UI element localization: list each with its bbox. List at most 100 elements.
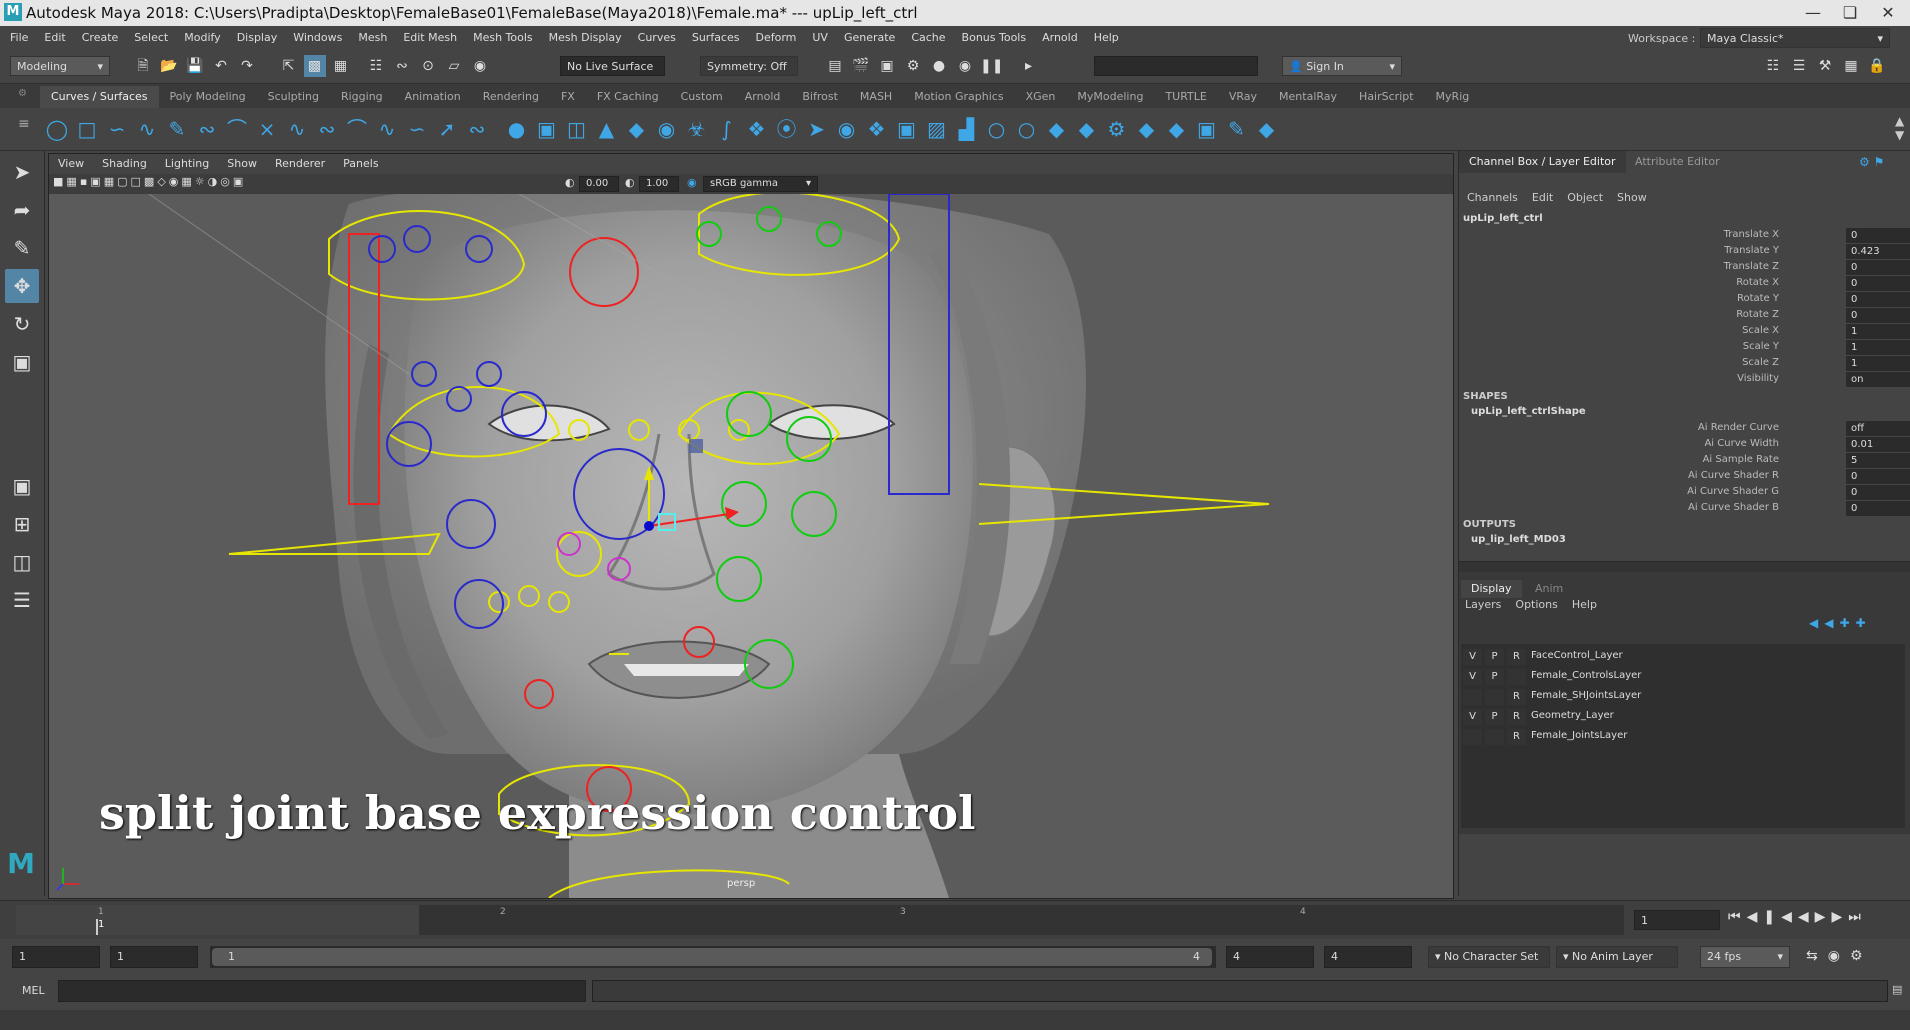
select-object-icon[interactable]: ▩ bbox=[303, 55, 326, 77]
attr-row-ai-curve-shader-b[interactable]: Ai Curve Shader B0 bbox=[1459, 501, 1910, 517]
open-scene-icon[interactable]: 📂 bbox=[158, 55, 180, 77]
menu-mesh-tools[interactable]: Mesh Tools bbox=[465, 26, 541, 50]
menu-arnold[interactable]: Arnold bbox=[1034, 26, 1086, 50]
script-editor-icon[interactable]: ▤ bbox=[1892, 983, 1902, 996]
layer-playback-toggle[interactable]: P bbox=[1485, 649, 1504, 665]
shelf-tab-poly-modeling[interactable]: Poly Modeling bbox=[159, 86, 257, 108]
shelf-tab-rendering[interactable]: Rendering bbox=[472, 86, 550, 108]
gamma-field[interactable]: 1.00 bbox=[639, 176, 679, 192]
shelf-tab-sculpting[interactable]: Sculpting bbox=[257, 86, 330, 108]
layer-row[interactable]: R Female_SHJointsLayer bbox=[1463, 688, 1903, 707]
menu-edit[interactable]: Edit bbox=[36, 26, 73, 50]
cb-menu-edit[interactable]: Edit bbox=[1532, 191, 1553, 204]
layer-playback-toggle[interactable] bbox=[1485, 729, 1504, 745]
untrim-icon[interactable]: ○ bbox=[1012, 114, 1042, 144]
snap-curve-icon[interactable]: ∾ bbox=[391, 55, 413, 77]
input-line-field[interactable] bbox=[1094, 56, 1258, 76]
menu-curves[interactable]: Curves bbox=[630, 26, 684, 50]
shelf-tab-curves-surfaces[interactable]: Curves / Surfaces bbox=[40, 86, 159, 108]
shelf-tab-custom[interactable]: Custom bbox=[670, 86, 734, 108]
output-name[interactable]: up_lip_left_MD03 bbox=[1471, 534, 1566, 545]
rebuild-curve-icon[interactable]: ∿ bbox=[372, 114, 402, 144]
panel-splitter[interactable] bbox=[1459, 562, 1910, 572]
nurbs-cube-icon[interactable]: ▣ bbox=[532, 114, 562, 144]
shelf-tab-motion-graphics[interactable]: Motion Graphics bbox=[903, 86, 1014, 108]
channel-box-settings-icon[interactable]: ⚙ ⚑ bbox=[1859, 155, 1884, 169]
shelf-tab-mash[interactable]: MASH bbox=[849, 86, 903, 108]
playback-end-field[interactable]: 4 bbox=[1226, 946, 1314, 968]
tab-anim-layers[interactable]: Anim bbox=[1525, 580, 1573, 598]
tool-settings-icon[interactable]: ⚒ bbox=[1814, 55, 1836, 77]
menu-windows[interactable]: Windows bbox=[285, 26, 350, 50]
offset-curve-icon[interactable]: ⌒ bbox=[342, 114, 372, 144]
symmetry-select[interactable]: Symmetry: Off bbox=[700, 56, 798, 76]
sign-in-button[interactable]: 👤 Sign In ▾ bbox=[1282, 56, 1402, 76]
menu-modify[interactable]: Modify bbox=[176, 26, 228, 50]
attribute-editor-icon[interactable]: ☰ bbox=[1788, 55, 1810, 77]
menu-mesh[interactable]: Mesh bbox=[350, 26, 395, 50]
layer-display-type[interactable]: R bbox=[1507, 649, 1526, 665]
menu-file[interactable]: File bbox=[2, 26, 36, 50]
new-layer-icon[interactable]: ✚ bbox=[1839, 616, 1855, 630]
animation-prefs-icon[interactable]: ⚙ bbox=[1850, 948, 1873, 964]
maximize-icon[interactable]: ❏ bbox=[1832, 2, 1868, 24]
sculpt-surface-icon[interactable]: ✎ bbox=[1222, 114, 1252, 144]
project-curve-icon[interactable]: ∾ bbox=[462, 114, 492, 144]
menu-cache[interactable]: Cache bbox=[903, 26, 953, 50]
menu-generate[interactable]: Generate bbox=[836, 26, 903, 50]
nurbs-sphere-icon[interactable]: ● bbox=[502, 114, 532, 144]
go-to-start-icon[interactable]: ⏮ bbox=[1728, 909, 1747, 925]
modeling-toolkit-icon[interactable]: ☷ bbox=[1762, 55, 1784, 77]
reverse-curve-icon[interactable]: ➚ bbox=[432, 114, 462, 144]
step-back-frame-icon[interactable]: ◀ bbox=[1781, 909, 1798, 925]
shelf-tab-turtle[interactable]: TURTLE bbox=[1154, 86, 1217, 108]
layer-playback-toggle[interactable] bbox=[1485, 689, 1504, 705]
cb-menu-channels[interactable]: Channels bbox=[1467, 191, 1518, 204]
command-language-label[interactable]: MEL bbox=[22, 984, 45, 997]
attach-surface-icon[interactable]: ◆ bbox=[1042, 114, 1072, 144]
arnold-render-icon[interactable]: ◉ bbox=[954, 55, 976, 77]
attr-row-ai-sample-rate[interactable]: Ai Sample Rate 5 bbox=[1459, 453, 1910, 469]
loop-icon[interactable]: ⇆ bbox=[1806, 948, 1828, 964]
lock-icon[interactable]: 🔒 bbox=[1866, 55, 1888, 77]
nurbs-square-icon[interactable]: □ bbox=[72, 114, 102, 144]
film-gate-icon[interactable]: ▢ bbox=[117, 175, 130, 188]
attr-row-scale-z[interactable]: Scale Z1 bbox=[1459, 356, 1910, 372]
go-to-end-icon[interactable]: ⏭ bbox=[1848, 909, 1867, 925]
revolve-icon[interactable]: ☣ bbox=[682, 114, 712, 144]
play-back-icon[interactable]: ◀ bbox=[1798, 909, 1815, 925]
project-surface-icon[interactable]: ▟ bbox=[952, 114, 982, 144]
shelf-options-icon[interactable]: ⚙ bbox=[18, 88, 27, 99]
new-scene-icon[interactable]: 🗎 bbox=[132, 55, 154, 77]
menu-mesh-display[interactable]: Mesh Display bbox=[541, 26, 630, 50]
shelf-tab-animation[interactable]: Animation bbox=[394, 86, 472, 108]
attr-row-rotate-x[interactable]: Rotate X0 bbox=[1459, 276, 1910, 292]
lights-icon[interactable]: ☼ bbox=[195, 175, 208, 188]
menu-edit-mesh[interactable]: Edit Mesh bbox=[395, 26, 465, 50]
viewport-menu-show[interactable]: Show bbox=[218, 154, 266, 174]
anim-layer-select[interactable]: ▾ No Anim Layer bbox=[1556, 946, 1678, 968]
menu-display[interactable]: Display bbox=[229, 26, 286, 50]
attr-row-ai-curve-width[interactable]: Ai Curve Width 0.01 bbox=[1459, 437, 1910, 453]
extrude-icon[interactable]: ⦿ bbox=[772, 114, 802, 144]
loft-icon[interactable]: ∫ bbox=[712, 114, 742, 144]
shelf-tab-fx[interactable]: FX bbox=[550, 86, 586, 108]
snap-plane-icon[interactable]: ▱ bbox=[443, 55, 465, 77]
shelf-tab-myrig[interactable]: MyRig bbox=[1425, 86, 1481, 108]
attr-row-translate-y[interactable]: Translate Y 0.423 bbox=[1459, 244, 1910, 260]
trim-tool-icon[interactable]: ○ bbox=[982, 114, 1012, 144]
layer-display-type[interactable]: R bbox=[1507, 689, 1526, 705]
cv-curve-icon[interactable]: ∽ bbox=[102, 114, 132, 144]
shadows-icon[interactable]: ◑ bbox=[208, 175, 221, 188]
hypershade-icon[interactable]: ● bbox=[928, 55, 950, 77]
step-forward-frame-icon[interactable]: ▶ bbox=[1831, 909, 1848, 925]
shelf-tab-arnold[interactable]: Arnold bbox=[734, 86, 792, 108]
layer-row[interactable]: V P Female_ControlsLayer bbox=[1463, 668, 1903, 687]
color-management-icon[interactable]: ◉ bbox=[687, 176, 697, 189]
undo-icon[interactable]: ↶ bbox=[210, 55, 232, 77]
rebuild-surface-icon[interactable]: ▣ bbox=[1192, 114, 1222, 144]
attr-row-translate-z[interactable]: Translate Z0 bbox=[1459, 260, 1910, 276]
camera-lock-icon[interactable]: ▦ bbox=[66, 175, 79, 188]
attr-row-translate-x[interactable]: Translate X0 bbox=[1459, 228, 1910, 244]
pencil-curve-icon[interactable]: ✎ bbox=[162, 114, 192, 144]
